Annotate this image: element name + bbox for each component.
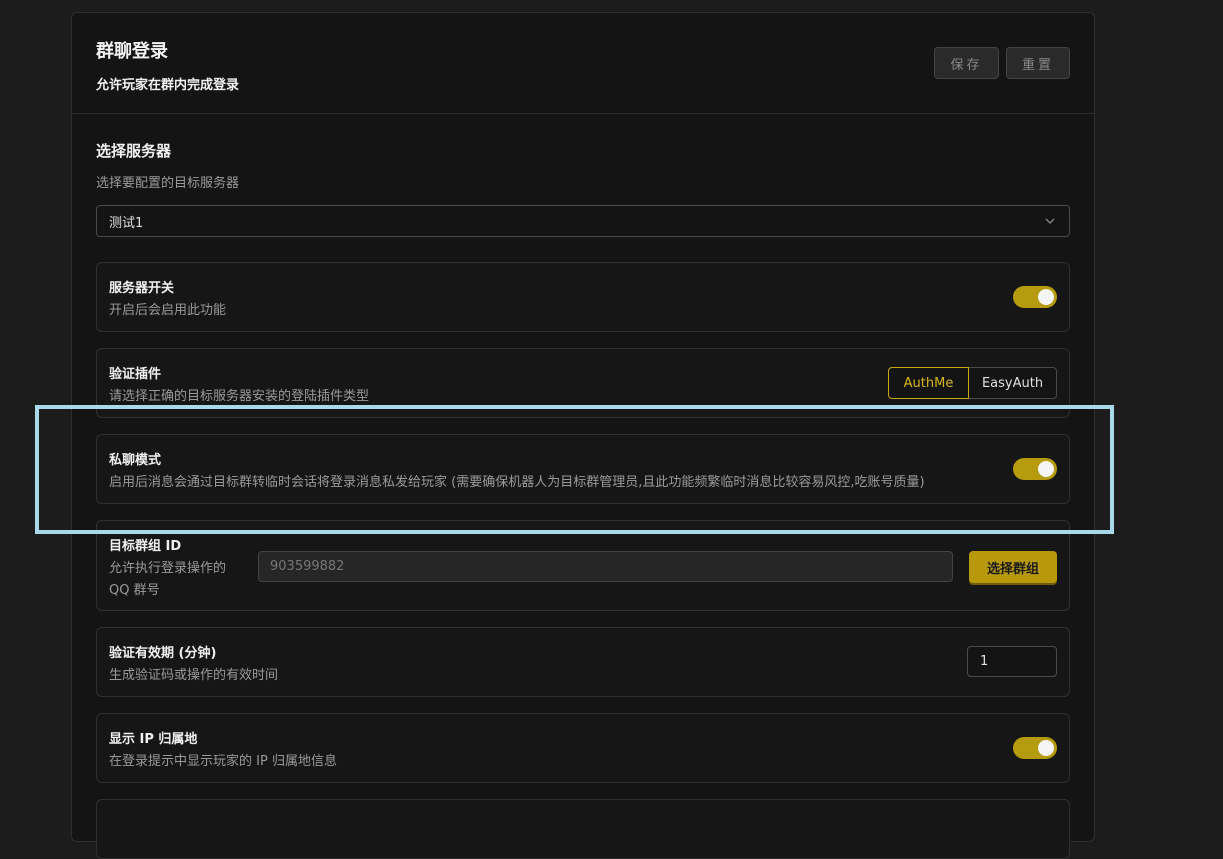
private-mode-row: 私聊模式 启用后消息会通过目标群转临时会话将登录消息私发给玩家 (需要确保机器人… <box>96 434 1070 504</box>
target-group-input[interactable]: 903599882 <box>258 551 953 582</box>
server-switch-desc: 开启后会启用此功能 <box>109 303 227 318</box>
server-switch-toggle[interactable] <box>1013 286 1057 308</box>
target-group-row: 目标群组 ID 允许执行登录操作的 QQ 群号 903599882 选择群组 <box>96 520 1070 611</box>
validity-input[interactable]: 1 <box>967 646 1057 677</box>
private-mode-label: 私聊模式 <box>109 453 162 468</box>
card-header: 群聊登录 允许玩家在群内完成登录 保存 重置 <box>72 13 1094 114</box>
select-group-button[interactable]: 选择群组 <box>969 551 1057 583</box>
show-ip-row: 显示 IP 归属地 在登录提示中显示玩家的 IP 归属地信息 <box>96 713 1070 783</box>
page-title: 群聊登录 <box>96 41 168 62</box>
next-setting-row <box>96 799 1070 859</box>
auth-plugin-desc: 请选择正确的目标服务器安装的登陆插件类型 <box>109 389 370 404</box>
auth-plugin-segmented: AuthMe EasyAuth <box>888 367 1057 399</box>
validity-row: 验证有效期 (分钟) 生成验证码或操作的有效时间 1 <box>96 627 1070 697</box>
server-switch-label: 服务器开关 <box>109 281 175 296</box>
chevron-down-icon <box>1045 218 1055 224</box>
target-group-desc-line2: QQ 群号 <box>109 583 160 598</box>
auth-plugin-label: 验证插件 <box>109 367 162 382</box>
validity-label: 验证有效期 (分钟) <box>109 646 217 661</box>
target-group-label: 目标群组 ID <box>109 539 182 554</box>
show-ip-toggle[interactable] <box>1013 737 1057 759</box>
server-select[interactable]: 测试1 <box>96 205 1070 237</box>
page-subtitle: 允许玩家在群内完成登录 <box>96 78 240 93</box>
toggle-knob <box>1038 461 1054 477</box>
server-switch-row: 服务器开关 开启后会启用此功能 <box>96 262 1070 332</box>
group-login-card: 群聊登录 允许玩家在群内完成登录 保存 重置 选择服务器 选择要配置的目标服务器… <box>71 12 1095 859</box>
reset-button[interactable]: 重置 <box>1006 47 1070 79</box>
show-ip-label: 显示 IP 归属地 <box>109 732 198 747</box>
target-group-desc-line1: 允许执行登录操作的 <box>109 561 227 576</box>
show-ip-desc: 在登录提示中显示玩家的 IP 归属地信息 <box>109 754 337 769</box>
toggle-knob <box>1038 740 1054 756</box>
private-mode-desc: 启用后消息会通过目标群转临时会话将登录消息私发给玩家 (需要确保机器人为目标群管… <box>109 475 925 490</box>
server-select-value: 测试1 <box>109 215 144 231</box>
server-section-title: 选择服务器 <box>96 142 172 160</box>
toggle-knob <box>1038 289 1054 305</box>
save-button[interactable]: 保存 <box>934 47 999 79</box>
validity-desc: 生成验证码或操作的有效时间 <box>109 668 279 683</box>
auth-plugin-option-authme[interactable]: AuthMe <box>888 367 969 399</box>
private-mode-toggle[interactable] <box>1013 458 1057 480</box>
auth-plugin-option-easyauth[interactable]: EasyAuth <box>969 367 1057 399</box>
auth-plugin-row: 验证插件 请选择正确的目标服务器安装的登陆插件类型 AuthMe EasyAut… <box>96 348 1070 418</box>
server-section-desc: 选择要配置的目标服务器 <box>96 176 240 191</box>
